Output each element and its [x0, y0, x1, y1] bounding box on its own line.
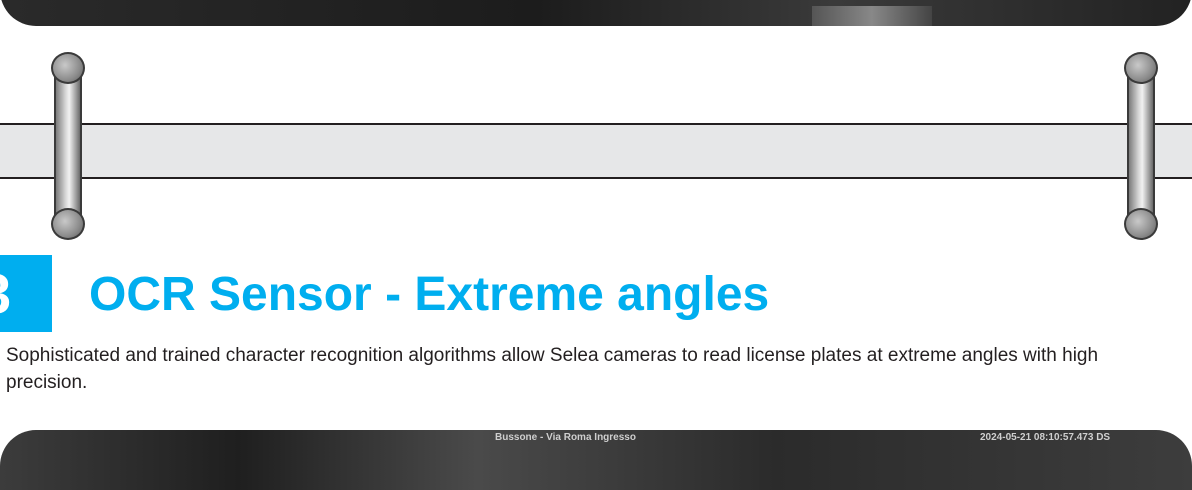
camera-timestamp: 2024-05-21 08:10:57.473 DS	[980, 432, 1111, 443]
camera-photo: Bussone - Via Roma Ingresso 2024-05-21 0…	[0, 430, 1192, 490]
binder-ring-left	[51, 52, 85, 240]
binder-ring-right	[1124, 52, 1158, 240]
top-photo	[0, 0, 1192, 26]
section-number: 3	[0, 262, 11, 325]
section-number-badge: 3	[0, 255, 52, 332]
section-description: Sophisticated and trained character reco…	[6, 345, 1099, 393]
camera-location-label: Bussone - Via Roma Ingresso	[495, 432, 636, 443]
photo-detail	[812, 6, 932, 26]
section-title: OCR Sensor - Extreme angles	[89, 268, 770, 321]
binder-band	[0, 123, 1192, 179]
